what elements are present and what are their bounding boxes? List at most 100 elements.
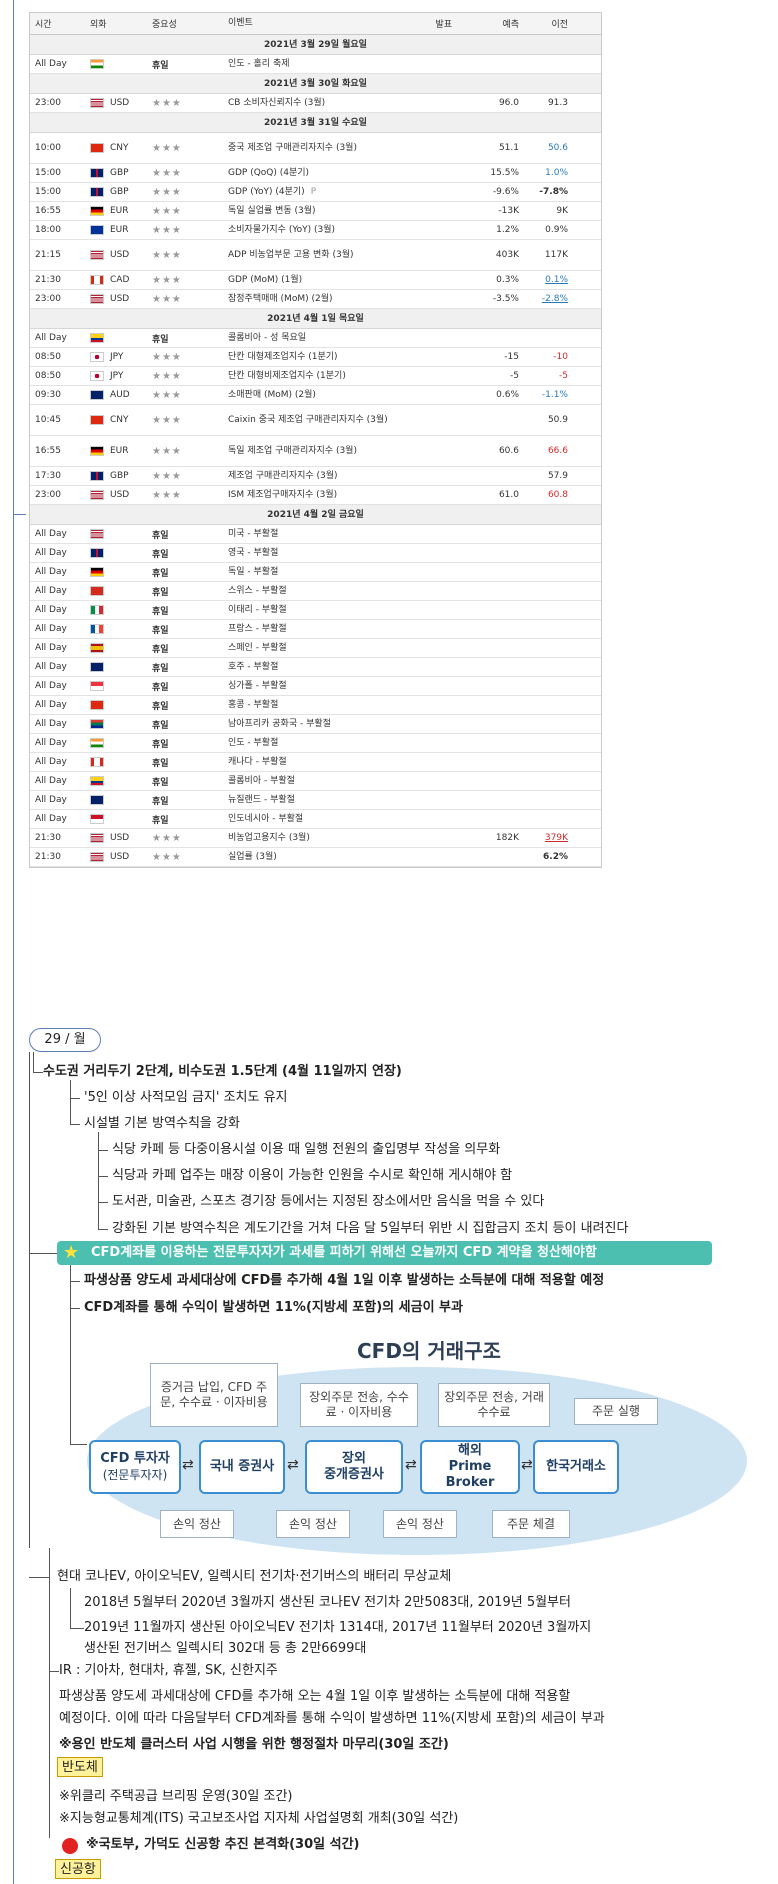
calendar-event-row[interactable]: 23:00 USD ★★★ ISM 제조업구매자지수 (3월) 61.0 60.8	[30, 486, 601, 505]
calendar-event-row[interactable]: All Day 휴일 미국 - 부활절	[30, 525, 601, 544]
tree-line	[70, 1265, 71, 1445]
calendar-event-row[interactable]: All Day 휴일 홍콩 - 부활절	[30, 696, 601, 715]
event-name: CB 소비자신뢰지수 (3월)	[222, 97, 402, 110]
battery-detail: 2018년 5월부터 2020년 3월까지 생산된 코나EV 전기차 2만508…	[84, 1595, 571, 1610]
currency-code: USD	[110, 490, 130, 500]
event-time: All Day	[35, 662, 67, 672]
currency-code: GBP	[110, 471, 129, 481]
calendar-event-row[interactable]: All Day 휴일 스위스 - 부활절	[30, 582, 601, 601]
event-currency	[88, 59, 145, 69]
event-name: 영국 - 부활절	[222, 547, 402, 560]
tree-line	[70, 1588, 71, 1628]
event-name-text: GDP (YoY) (4분기)	[228, 186, 305, 197]
event-importance: ★★★	[152, 851, 182, 863]
event-importance: 휴일	[152, 682, 169, 693]
event-currency: CAD	[88, 275, 145, 285]
header-currency: 외화	[90, 20, 107, 30]
event-currency	[88, 738, 145, 748]
calendar-event-row[interactable]: 23:00 USD ★★★ 잠정주택매매 (MoM) (2월) -3.5% -2.8%	[30, 290, 601, 309]
calendar-event-row[interactable]: 08:50 JPY ★★★ 단칸 대형제조업지수 (1분기) -15 -10	[30, 348, 601, 367]
event-name-text: ISM 제조업구매자지수 (3월)	[228, 489, 338, 500]
tree-line	[70, 1444, 87, 1445]
event-name: 홍콩 - 부활절	[222, 699, 402, 712]
event-importance: ★★★	[152, 445, 182, 457]
calendar-event-row[interactable]: All Day 휴일 프랑스 - 부활절	[30, 620, 601, 639]
event-currency	[88, 605, 145, 615]
event-currency: AUD	[88, 390, 145, 400]
event-currency: USD	[88, 250, 145, 260]
arrow-icon: ⇄	[182, 1457, 194, 1473]
event-time: 23:00	[35, 490, 61, 500]
calendar-event-row[interactable]: All Day 휴일 콜롬비아 - 부활절	[30, 772, 601, 791]
event-name-text: 비농업고용지수 (3월)	[228, 832, 310, 843]
calendar-event-row[interactable]: 10:45 CNY ★★★ Caixin 중국 제조업 구매관리자지수 (3월) 50.…	[30, 405, 601, 436]
calendar-event-row[interactable]: All Day 휴일 독일 - 부활절	[30, 563, 601, 582]
event-name-text: GDP (QoQ) (4분기)	[228, 167, 310, 178]
box-krx: 한국거래소	[533, 1440, 619, 1494]
calendar-event-row[interactable]: All Day 휴일 남아프리카 공화국 - 부활절	[30, 715, 601, 734]
distancing-sub-item: 식당 카페 등 다중이용시설 이용 때 일행 전원의 출입명부 작성을 의무화	[112, 1142, 501, 1157]
calendar-event-row[interactable]: All Day 휴일 싱가폴 - 부활절	[30, 677, 601, 696]
calendar-event-row[interactable]: 16:55 EUR ★★★ 독일 제조업 구매관리자지수 (3월) 60.6 66.6	[30, 436, 601, 467]
event-time: All Day	[35, 643, 67, 653]
calendar-event-row[interactable]: All Day 휴일 콜롬비아 - 성 목요일	[30, 329, 601, 348]
diagram-note-settle: 손익 정산	[276, 1510, 350, 1538]
calendar-event-row[interactable]: 08:50 JPY ★★★ 단칸 대형비제조업지수 (1분기) -5 -5	[30, 367, 601, 386]
currency-code: USD	[110, 250, 130, 260]
calendar-event-row[interactable]: All Day 휴일 인도네시아 - 부활절	[30, 810, 601, 829]
header-actual: 발표	[435, 20, 452, 30]
calendar-event-row[interactable]: 15:00 GBP ★★★ GDP (QoQ) (4분기) 15.5% 1.0%	[30, 164, 601, 183]
event-name: 인도 - 부활절	[222, 737, 402, 750]
calendar-event-row[interactable]: All Day 휴일 뉴질랜드 - 부활절	[30, 791, 601, 810]
currency-code: USD	[110, 833, 130, 843]
flag-icon	[90, 352, 104, 362]
event-name-text: 잠정주택매매 (MoM) (2월)	[228, 293, 333, 304]
calendar-event-row[interactable]: 15:00 GBP ★★★ GDP (YoY) (4분기) P -9.6% -7.8%	[30, 183, 601, 202]
event-name: 콜롬비아 - 성 목요일	[222, 332, 402, 345]
event-time: 23:00	[35, 294, 61, 304]
calendar-event-row[interactable]: 17:30 GBP ★★★ 제조업 구매관리자지수 (3월) 57.9	[30, 467, 601, 486]
calendar-event-row[interactable]: 21:15 USD ★★★ ADP 비농업부문 고용 변화 (3월) 403K 117K	[30, 240, 601, 271]
calendar-event-row[interactable]: 23:00 USD ★★★ CB 소비자신뢰지수 (3월) 96.0 91.3	[30, 94, 601, 113]
calendar-event-row[interactable]: All Day 휴일 이태리 - 부활절	[30, 601, 601, 620]
calendar-event-row[interactable]: 09:30 AUD ★★★ 소매판매 (MoM) (2월) 0.6% -1.1%	[30, 386, 601, 405]
event-name-text: 남아프리카 공화국 - 부활절	[228, 718, 331, 729]
tree-line	[98, 1176, 108, 1177]
tag-semiconductor[interactable]: 반도체	[57, 1757, 103, 1777]
calendar-event-row[interactable]: All Day 휴일 호주 - 부활절	[30, 658, 601, 677]
event-currency	[88, 529, 145, 539]
calendar-event-row[interactable]: All Day 휴일 영국 - 부활절	[30, 544, 601, 563]
event-name: 단칸 대형비제조업지수 (1분기)	[222, 370, 402, 383]
flag-icon	[90, 471, 104, 481]
calendar-event-row[interactable]: 16:55 EUR ★★★ 독일 실업률 변동 (3월) -13K 9K	[30, 202, 601, 221]
tree-line	[29, 1253, 57, 1254]
event-name: ISM 제조업구매자지수 (3월)	[222, 489, 402, 502]
event-name-text: 실업률 (3월)	[228, 851, 277, 862]
event-name-text: 독일 실업률 변동 (3월)	[228, 205, 316, 216]
calendar-event-row[interactable]: All Day 휴일 인도 - 부활절	[30, 734, 601, 753]
event-previous: -7.8%	[539, 187, 568, 197]
tag-airport[interactable]: 신공항	[55, 1859, 101, 1879]
calendar-event-row[interactable]: All Day 휴일 인도 - 홀리 축제	[30, 55, 601, 74]
flag-icon	[90, 294, 104, 304]
day-label[interactable]: 29 / 월	[29, 1028, 101, 1052]
tree-line	[70, 1080, 71, 1124]
calendar-event-row[interactable]: All Day 휴일 캐나다 - 부활절	[30, 753, 601, 772]
tree-line	[70, 1628, 84, 1629]
flag-icon	[90, 187, 104, 197]
calendar-event-row[interactable]: 21:30 CAD ★★★ GDP (MoM) (1월) 0.3% 0.1%	[30, 271, 601, 290]
calendar-event-row[interactable]: 10:00 CNY ★★★ 중국 제조업 구매관리자지수 (3월) 51.1 50.6	[30, 133, 601, 164]
flag-icon	[90, 776, 104, 786]
calendar-event-row[interactable]: 21:30 USD ★★★ 실업률 (3월) 6.2%	[30, 848, 601, 867]
event-time: 21:30	[35, 852, 61, 862]
event-currency: GBP	[88, 168, 145, 178]
event-time: All Day	[35, 795, 67, 805]
tree-line	[70, 1098, 80, 1099]
calendar-event-row[interactable]: All Day 휴일 스페인 - 부활절	[30, 639, 601, 658]
event-importance: ★★★	[152, 470, 182, 482]
calendar-event-row[interactable]: 18:00 EUR ★★★ 소비자물가지수 (YoY) (3월) 1.2% 0.9%	[30, 221, 601, 240]
event-time: 10:45	[35, 415, 61, 425]
event-currency: EUR	[88, 446, 145, 456]
calendar-event-row[interactable]: 21:30 USD ★★★ 비농업고용지수 (3월) 182K 379K	[30, 829, 601, 848]
header-previous: 이전	[551, 20, 568, 30]
